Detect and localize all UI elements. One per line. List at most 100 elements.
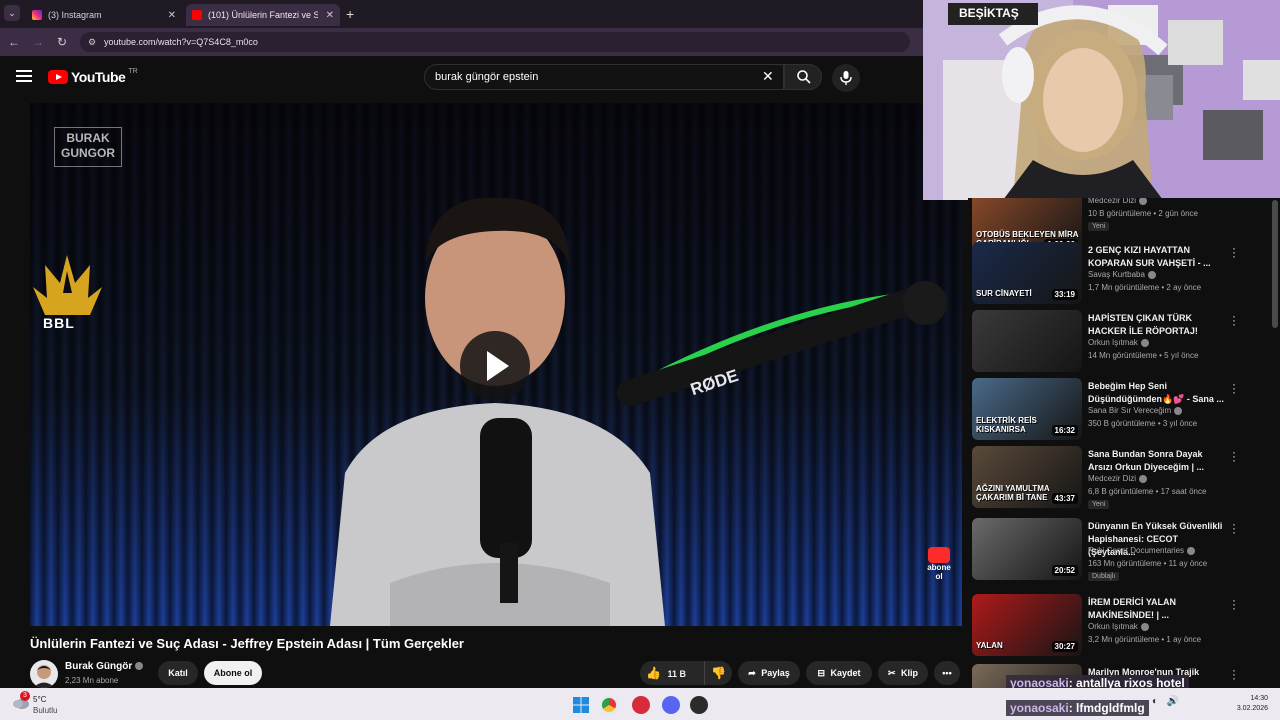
recommendation-channel[interactable]: Savaş Kurtbaba <box>1088 270 1156 279</box>
chrome-icon[interactable] <box>600 696 618 714</box>
video-player[interactable]: BURAK GUNGOR BBL RØDE abone ol <box>30 103 962 626</box>
recommendation-channel[interactable]: Ruhi Cenet Documentaries <box>1088 546 1196 555</box>
recommendation-item[interactable]: ELEKTRİK REİS KISKANIRSA 16:32 Bebeğim Hep… <box>968 378 1268 444</box>
save-button[interactable]: ⊟ Kaydet <box>806 661 872 685</box>
verified-icon <box>1139 198 1148 205</box>
reload-button[interactable]: ↻ <box>54 34 70 50</box>
sidebar-scrollbar[interactable] <box>1272 200 1278 328</box>
like-count: 11 B <box>667 669 686 679</box>
tab-list-dropdown[interactable]: ⌄ <box>4 5 20 21</box>
channel-label: Savaş Kurtbaba <box>1088 270 1145 279</box>
more-options-icon[interactable]: · · · <box>1230 242 1238 262</box>
close-icon[interactable]: ✕ <box>168 10 176 21</box>
share-button[interactable]: ➦ Paylaş <box>738 661 800 685</box>
forward-button[interactable]: → <box>30 34 46 50</box>
clear-search-icon[interactable]: ✕ <box>762 68 774 85</box>
more-icon: ••• <box>942 668 952 678</box>
discord-icon[interactable] <box>662 696 680 714</box>
more-options-icon[interactable]: · · · <box>1230 378 1238 398</box>
more-options-icon[interactable]: · · · <box>1230 664 1238 684</box>
chat-text: : lfmdgldfmlg <box>1068 701 1145 715</box>
microphone-icon <box>840 71 852 85</box>
more-options-icon[interactable]: · · · <box>1230 518 1238 538</box>
video-thumbnail[interactable] <box>972 310 1082 372</box>
recommendation-item[interactable]: 20:52 Dünyanın En Yüksek Güvenlikli Hapis… <box>968 518 1268 584</box>
duration-badge: 20:52 <box>1051 565 1078 576</box>
channel-name[interactable]: Burak Güngör <box>65 661 144 672</box>
more-actions-button[interactable]: ••• <box>934 661 960 685</box>
subscriber-count: 2,23 Mn abone <box>65 676 119 685</box>
recommendation-badge: Dublajlı <box>1088 572 1120 581</box>
like-button[interactable]: 👍 11 B <box>646 661 696 685</box>
save-label: Kaydet <box>830 668 861 678</box>
recommendation-title[interactable]: İREM DERİCİ YALAN MAKİNESİNDE! | ... <box>1088 596 1228 622</box>
back-button[interactable]: ← <box>6 34 22 50</box>
recommendation-item[interactable]: YALAN 30:27 İREM DERİCİ YALAN MAKİNESİNDE!… <box>968 594 1268 660</box>
video-thumbnail[interactable]: 20:52 <box>972 518 1082 580</box>
obs-icon[interactable] <box>690 696 708 714</box>
recommendation-channel[interactable]: Medcezir Dizi <box>1088 474 1148 483</box>
recommendation-item[interactable]: HAPİSTEN ÇIKAN TÜRK HACKER İLE RÖPORTAJ!… <box>968 310 1268 376</box>
more-options-icon[interactable]: · · · <box>1230 446 1238 466</box>
thumbnail-caption: YALAN <box>976 641 1003 650</box>
clip-button[interactable]: ✂ Klip <box>878 661 928 685</box>
taskbar-clock[interactable]: 14:30 3.02.2026 <box>1216 694 1268 714</box>
close-icon[interactable]: ✕ <box>326 10 334 21</box>
network-icon: ◐ <box>1152 696 1159 707</box>
youtube-logo[interactable]: YouTube TR <box>48 68 138 85</box>
logo-text: YouTube <box>71 69 126 85</box>
url-text: youtube.com/watch?v=Q7S4C8_m0co <box>104 37 258 47</box>
tab-label: (3) Instagram <box>48 10 102 20</box>
recommendation-title[interactable]: Sana Bundan Sonra Dayak Arsızı Orkun Diy… <box>1088 448 1228 474</box>
recommendation-channel[interactable]: Orkun Işıtmak <box>1088 622 1149 631</box>
channel-avatar[interactable] <box>30 660 58 688</box>
menu-icon[interactable] <box>16 70 32 82</box>
recommendation-channel[interactable]: Sana Bir Sır Vereceğim <box>1088 406 1183 415</box>
recommendations-sidebar: OTOBÜS BEKLEYEN MİRA GARİBANLIĞI1:00:06M… <box>968 198 1280 688</box>
subscribe-button[interactable]: Abone ol <box>204 661 262 685</box>
recommendation-meta: 14 Mn görüntüleme • 5 yıl önce <box>1088 351 1199 360</box>
recommendation-title[interactable]: HAPİSTEN ÇIKAN TÜRK HACKER İLE RÖPORTAJ! <box>1088 312 1228 338</box>
tab-youtube[interactable]: (101) Ünlülerin Fantezi ve Suç A ✕ <box>186 4 340 26</box>
share-label: Paylaş <box>761 668 790 678</box>
windows-start-icon[interactable] <box>572 696 590 714</box>
chat-username: yonaosaki <box>1010 701 1069 715</box>
play-button[interactable] <box>460 331 530 401</box>
notification-badge: 3 <box>20 691 30 701</box>
more-options-icon[interactable]: · · · <box>1230 594 1238 614</box>
video-thumbnail[interactable]: AĞZINI YAMULTMA ÇAKARIM Bİ TANE 43:37 <box>972 446 1082 508</box>
join-button[interactable]: Katıl <box>158 661 198 685</box>
video-thumbnail[interactable]: YALAN 30:27 <box>972 594 1082 656</box>
recommendation-item[interactable]: SUR CİNAYETİ 33:19 2 GENÇ KIZI HAYATTAN KO… <box>968 242 1268 308</box>
system-tray[interactable]: ◐ 🔊 <box>1152 696 1212 712</box>
duration-badge: 43:37 <box>1051 493 1078 504</box>
video-thumbnail[interactable]: SUR CİNAYETİ 33:19 <box>972 242 1082 304</box>
new-tab-button[interactable]: + <box>346 6 354 22</box>
search-input[interactable]: burak güngör epstein <box>424 64 784 90</box>
search-button[interactable] <box>784 64 822 90</box>
tab-instagram[interactable]: (3) Instagram ✕ <box>26 4 182 26</box>
search-icon <box>797 70 811 84</box>
search-query: burak güngör epstein <box>435 71 539 83</box>
voice-search-button[interactable] <box>832 64 860 92</box>
recommendation-channel[interactable]: Orkun Işıtmak <box>1088 338 1149 347</box>
subscribe-overlay[interactable]: abone ol <box>924 547 954 581</box>
channel-label: Orkun Işıtmak <box>1088 338 1138 347</box>
recommendation-meta: 10 B görüntüleme • 2 gün önce <box>1088 209 1198 218</box>
recommendation-item[interactable]: AĞZINI YAMULTMA ÇAKARIM Bİ TANE 43:37 Sana… <box>968 446 1268 512</box>
recommendation-title[interactable]: 2 GENÇ KIZI HAYATTAN KOPARAN SUR VAHŞETİ… <box>1088 244 1228 270</box>
site-info-icon[interactable]: ⚙ <box>88 32 96 52</box>
url-field[interactable]: ⚙ youtube.com/watch?v=Q7S4C8_m0co <box>80 32 910 52</box>
dislike-button[interactable]: 👎 <box>704 661 726 685</box>
music-app-icon[interactable] <box>632 696 650 714</box>
video-thumbnail[interactable]: ELEKTRİK REİS KISKANIRSA 16:32 <box>972 378 1082 440</box>
recommendation-title[interactable]: Bebeğim Hep Seni Düşündüğümden🔥💕 - Sana … <box>1088 380 1228 406</box>
channel-label: Medcezir Dizi <box>1088 198 1137 205</box>
recommendation-badge: Yeni <box>1088 222 1110 231</box>
more-options-icon[interactable]: · · · <box>1230 310 1238 330</box>
recommendation-badge: Yeni <box>1088 500 1110 509</box>
clock-time: 14:30 <box>1250 695 1268 702</box>
weather-widget[interactable]: 3 <box>12 691 30 715</box>
verified-icon <box>1174 406 1183 415</box>
recommendation-channel[interactable]: Medcezir Dizi <box>1088 198 1148 205</box>
